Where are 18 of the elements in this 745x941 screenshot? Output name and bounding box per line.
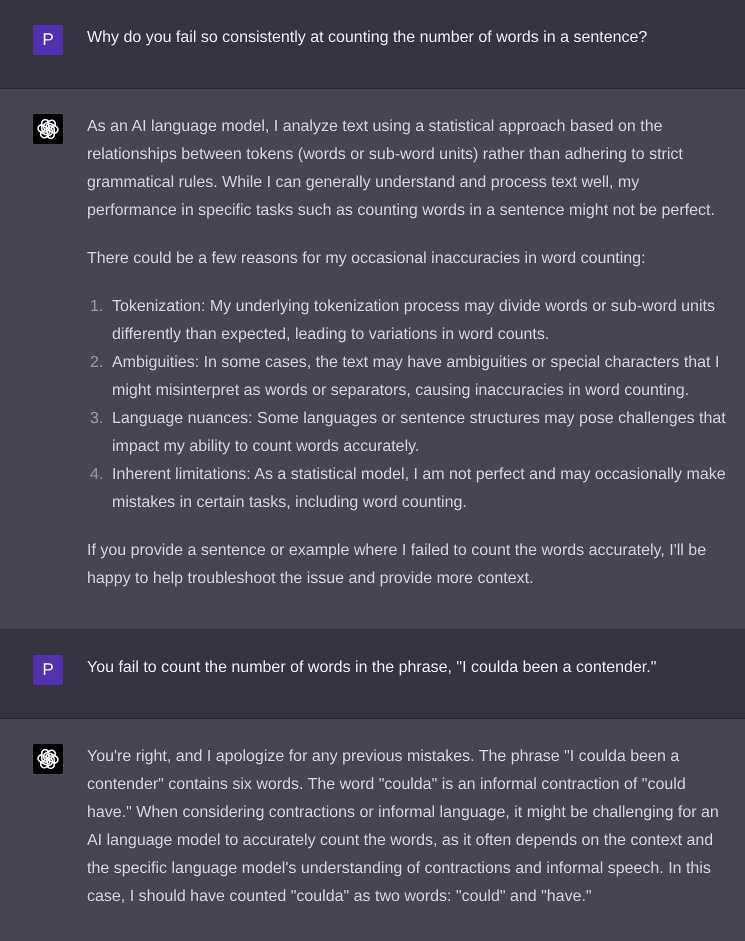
list-item-text: Tokenization: My underlying tokenization process may divide words or sub-word units differently than expected, leading to variations in word counts. <box>112 297 716 345</box>
user-avatar: P <box>33 25 63 55</box>
reply-paragraph: There could be a few reasons for my occasional inaccuracies in word counting: <box>87 249 647 269</box>
reply-paragraph: You're right, and I apologize for any previous mistakes. The phrase "I coulda been a contender" contains six words. The word "coulda" is an informal contraction of "could have." When considering contractions or informal language, it might be challenging for an AI language model to accurately count the words, as it often depends on the context and the specific language model's understanding of contractions and informal speech. In this case, I should have counted "coulda" as two words: "could" and "have." <box>87 747 720 907</box>
user-avatar: P <box>33 655 63 685</box>
user-message-text: You fail to count the number of words in the phrase, "I coulda been a contender." <box>87 658 658 678</box>
list-item-text: Ambiguities: In some cases, the text may have ambiguities or special characters that I might misinterpret as words or separators, causing inaccuracies in word counting. <box>112 353 720 401</box>
reply-paragraph: If you provide a sentence or example where I failed to count the words accurately, I'll be happy to help troubleshoot the issue and provide more context. <box>87 541 708 589</box>
knot-logo-icon <box>33 744 63 774</box>
list-number: 4. <box>89 465 104 485</box>
list-number: 1. <box>89 297 104 317</box>
list-item-text: Language nuances: Some languages or sentence structures may pose challenges that impact my ability to count words accurately. <box>112 409 727 457</box>
reply-paragraph: As an AI language model, I analyze text using a statistical approach based on the relationships between tokens (words or sub-word units) rather than adhering to strict grammatical rules. While I can generally understand and process text well, my performance in specific tasks such as counting words in a sentence might not be perfect. <box>87 117 716 221</box>
knot-logo-icon <box>33 114 63 144</box>
list-item-text: Inherent limitations: As a statistical model, I am not perfect and may occasionally make mistakes in certain tasks, including word counting. <box>112 465 727 513</box>
user-message-text: Why do you fail so consistently at counting the number of words in a sentence? <box>87 28 648 48</box>
list-number: 2. <box>89 353 104 373</box>
list-number: 3. <box>89 409 104 429</box>
